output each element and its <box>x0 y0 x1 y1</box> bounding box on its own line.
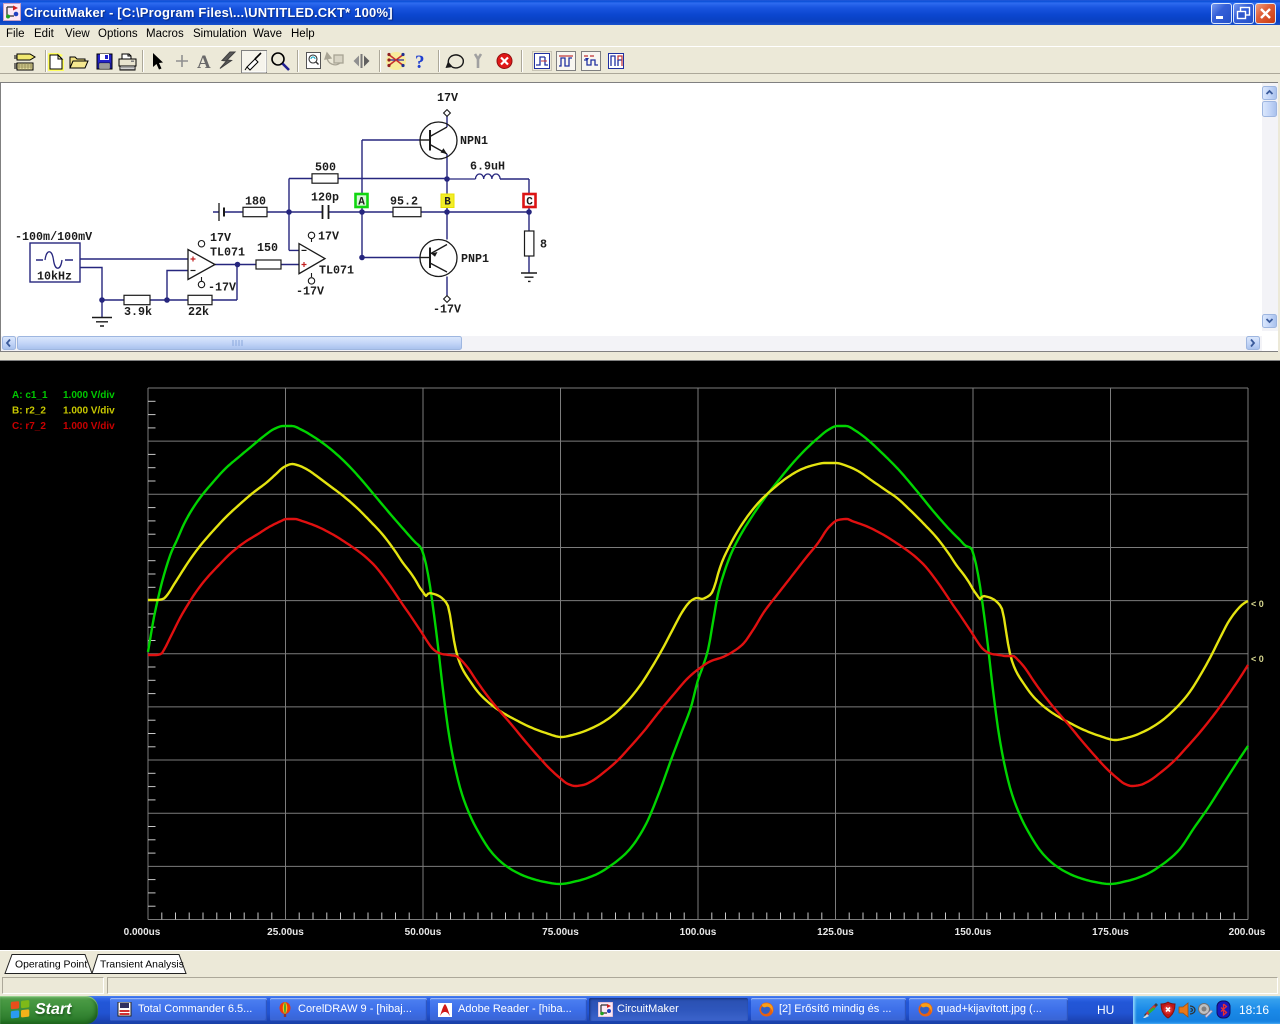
svg-text:125.0us: 125.0us <box>817 927 854 938</box>
svg-text:17V: 17V <box>437 91 458 105</box>
svg-text:A: c1_1: A: c1_1 <box>12 390 48 401</box>
svg-text:1.000 V/div: 1.000 V/div <box>63 421 115 432</box>
svg-text:?: ? <box>415 52 425 73</box>
svg-text:180: 180 <box>245 195 266 209</box>
svg-text:Operating Point: Operating Point <box>15 960 87 971</box>
svg-text:A: A <box>197 52 211 73</box>
svg-text:A: A <box>358 197 365 209</box>
svg-text:17V: 17V <box>210 231 231 245</box>
svg-text:75.00us: 75.00us <box>542 927 579 938</box>
svg-text:PNP1: PNP1 <box>461 252 489 266</box>
svg-text:NPN1: NPN1 <box>460 134 488 148</box>
svg-text:< 0: < 0 <box>1251 599 1264 609</box>
svg-text:Transient Analysis: Transient Analysis <box>100 960 184 971</box>
svg-text:< 0: < 0 <box>1251 654 1264 664</box>
svg-text:-17V: -17V <box>296 285 324 299</box>
svg-text:150: 150 <box>257 241 278 255</box>
svg-text:25.00us: 25.00us <box>267 927 304 938</box>
svg-text:120p: 120p <box>311 191 339 205</box>
svg-text:1.000 V/div: 1.000 V/div <box>63 406 115 417</box>
svg-text:22k: 22k <box>188 305 209 319</box>
svg-text:50.00us: 50.00us <box>405 927 442 938</box>
svg-text:8: 8 <box>540 238 547 252</box>
svg-text:-17V: -17V <box>208 281 236 295</box>
svg-text:6.9uH: 6.9uH <box>470 160 505 174</box>
svg-text:150.0us: 150.0us <box>955 927 992 938</box>
svg-text:-17V: -17V <box>433 303 461 317</box>
svg-text:-100m/100mV: -100m/100mV <box>15 230 92 244</box>
svg-text:3.9k: 3.9k <box>124 305 152 319</box>
svg-text:B: r2_2: B: r2_2 <box>12 406 46 417</box>
svg-text:1.000 V/div: 1.000 V/div <box>63 390 115 401</box>
svg-text:95.2: 95.2 <box>390 195 418 209</box>
svg-text:200.0us: 200.0us <box>1229 927 1266 938</box>
svg-text:TL071: TL071 <box>319 264 354 278</box>
svg-text:B: B <box>444 197 451 209</box>
svg-text:175.0us: 175.0us <box>1092 927 1129 938</box>
svg-text:0.000us: 0.000us <box>124 927 161 938</box>
svg-text:10kHz: 10kHz <box>37 270 72 284</box>
svg-text:500: 500 <box>315 161 336 175</box>
svg-text:17V: 17V <box>318 230 339 244</box>
svg-text:C: r7_2: C: r7_2 <box>12 421 46 432</box>
svg-text:C: C <box>526 197 533 209</box>
svg-text:TL071: TL071 <box>210 246 245 260</box>
svg-text:100.0us: 100.0us <box>680 927 717 938</box>
